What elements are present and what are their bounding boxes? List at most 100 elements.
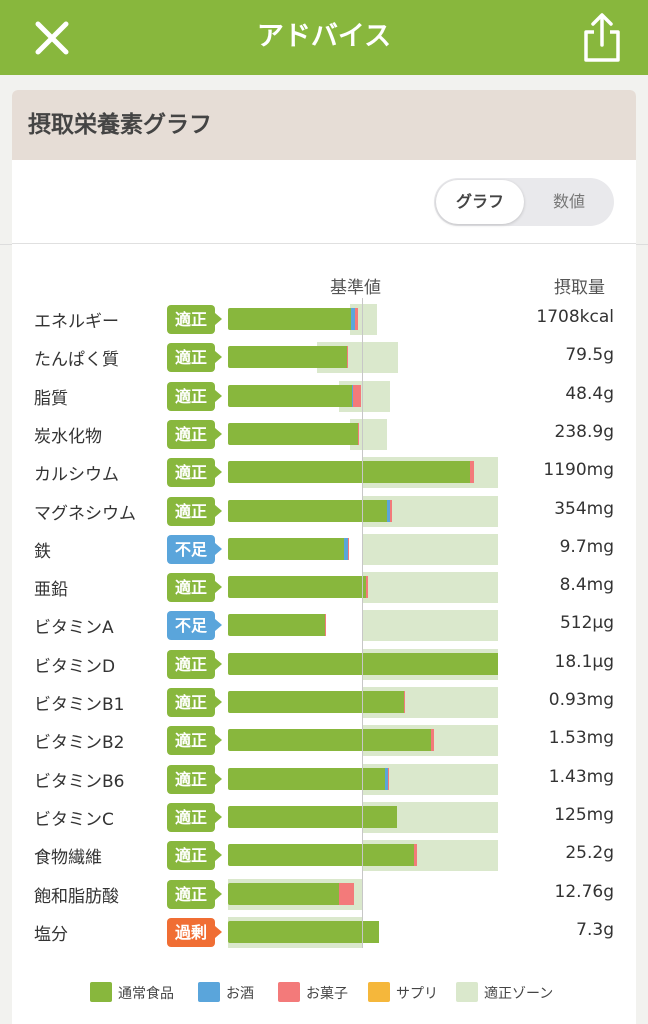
intake-amount: 79.5g (565, 345, 614, 366)
nutrient-name: 飽和脂肪酸 (34, 886, 119, 907)
snack-bar (346, 346, 349, 369)
bar-track (228, 763, 498, 795)
intake-amount: 238.9g (554, 421, 614, 442)
nutrient-row[interactable]: 亜鉛 適正 8.4mg (12, 572, 636, 604)
card-title: 摂取栄養素グラフ (28, 112, 212, 138)
amount-column-header: 摂取量 (554, 278, 605, 298)
nutrient-name: たんぱく質 (34, 350, 119, 371)
intake-amount: 125mg (554, 804, 614, 825)
legend-label: お酒 (226, 986, 254, 1002)
status-badge: 適正 (167, 841, 222, 871)
nutrient-name: マグネシウム (34, 503, 136, 524)
nutrient-row[interactable]: エネルギー 適正 1708kcal (12, 304, 636, 335)
share-icon (584, 13, 620, 62)
nutrient-row[interactable]: 塩分 過剰 7.3g (12, 916, 636, 948)
bar-track (228, 495, 498, 527)
normal-food-bar (228, 614, 326, 637)
chart-legend: 通常食品 お酒 お菓子 サプリ 適正ゾーン (12, 980, 636, 1004)
appropriate-zone (363, 610, 498, 642)
nutrient-row[interactable]: ビタミンA 不足 512µg (12, 610, 636, 642)
graph-toggle-button[interactable]: グラフ (436, 180, 524, 224)
share-button[interactable] (578, 10, 626, 64)
nutrient-row[interactable]: 食物繊維 適正 25.2g (12, 840, 636, 872)
snack-bar (357, 422, 360, 445)
status-badge: 適正 (167, 573, 222, 603)
nutrient-name: ビタミンB2 (34, 733, 125, 754)
intake-amount: 18.1µg (554, 651, 614, 672)
bar-track (228, 533, 498, 565)
nutrient-name: 脂質 (34, 388, 68, 409)
snack-bar (354, 308, 358, 330)
status-badge: 適正 (167, 802, 222, 832)
intake-amount: 512µg (559, 613, 614, 634)
snack-bar (348, 537, 350, 560)
normal-food-bar (228, 652, 498, 675)
nutrient-row[interactable]: ビタミンB1 適正 0.93mg (12, 687, 636, 718)
status-badge: 過剰 (167, 917, 222, 947)
nutrient-name: 亜鉛 (34, 580, 68, 601)
bar-track (228, 380, 498, 412)
nutrient-row[interactable]: マグネシウム 適正 354mg (12, 495, 636, 527)
bar-track (228, 801, 498, 833)
normal-food-bar (228, 384, 353, 407)
normal-food-bar (228, 576, 366, 599)
number-toggle-button[interactable]: 数値 (526, 180, 612, 224)
intake-amount: 0.93mg (548, 690, 614, 710)
nutrient-name: 塩分 (34, 924, 68, 945)
status-badge: 適正 (167, 458, 222, 488)
nutrient-name: ビタミンB1 (34, 695, 125, 715)
nutrient-row[interactable]: ビタミンC 適正 125mg (12, 801, 636, 833)
standard-line (362, 298, 363, 948)
page-divider-left (0, 244, 12, 245)
normal-food-bar (228, 882, 339, 905)
appropriate-zone (363, 533, 498, 565)
nutrient-row[interactable]: 炭水化物 適正 238.9g (12, 418, 636, 450)
nutrient-row[interactable]: 鉄 不足 9.7mg (12, 533, 636, 565)
nutrient-row[interactable]: ビタミンB2 適正 1.53mg (12, 725, 636, 757)
snack-bar (325, 614, 327, 637)
bar-track (228, 840, 498, 872)
normal-food-bar (228, 499, 388, 522)
intake-amount: 8.4mg (559, 575, 614, 596)
intake-amount: 1.43mg (548, 766, 614, 787)
normal-food-bar (228, 844, 415, 867)
nutrient-row[interactable]: ビタミンD 適正 18.1µg (12, 648, 636, 680)
nutrient-row[interactable]: たんぱく質 適正 79.5g (12, 342, 636, 374)
bar-track (228, 878, 498, 910)
bar-track (228, 304, 498, 335)
nutrient-name: ビタミンA (34, 618, 114, 639)
legend-swatch (90, 982, 112, 1002)
status-badge: 適正 (167, 305, 222, 334)
intake-amount: 25.2g (565, 843, 614, 864)
intake-amount: 7.3g (576, 919, 614, 940)
bar-track (228, 457, 498, 489)
normal-food-bar (228, 537, 345, 560)
legend-label: お菓子 (306, 986, 348, 1002)
legend-label: 通常食品 (118, 986, 174, 1002)
card-header: 摂取栄養素グラフ (12, 90, 636, 160)
nutrient-row[interactable]: ビタミンB6 適正 1.43mg (12, 763, 636, 795)
status-badge: 適正 (167, 726, 222, 756)
nutrient-name: カルシウム (34, 465, 119, 486)
intake-amount: 48.4g (565, 383, 614, 404)
nutrient-name: 炭水化物 (34, 426, 102, 447)
appropriate-zone (363, 572, 498, 604)
snack-bar (353, 384, 362, 407)
nutrient-row[interactable]: カルシウム 適正 1190mg (12, 457, 636, 489)
status-badge: 適正 (167, 649, 222, 679)
status-badge: 適正 (167, 688, 222, 717)
snack-bar (390, 499, 393, 522)
nutrient-row[interactable]: 飽和脂肪酸 適正 12.76g (12, 878, 636, 910)
section-divider (12, 243, 636, 244)
snack-bar (414, 844, 417, 867)
page-divider-right (636, 244, 648, 245)
status-badge: 適正 (167, 764, 222, 794)
nutrient-row[interactable]: 脂質 適正 48.4g (12, 380, 636, 412)
nutrient-name: エネルギー (34, 312, 119, 332)
intake-amount: 354mg (554, 498, 614, 519)
bar-track (228, 572, 498, 604)
bar-track (228, 916, 498, 948)
normal-food-bar (228, 461, 470, 484)
legend-label: 適正ゾーン (484, 986, 554, 1002)
bar-track (228, 418, 498, 450)
